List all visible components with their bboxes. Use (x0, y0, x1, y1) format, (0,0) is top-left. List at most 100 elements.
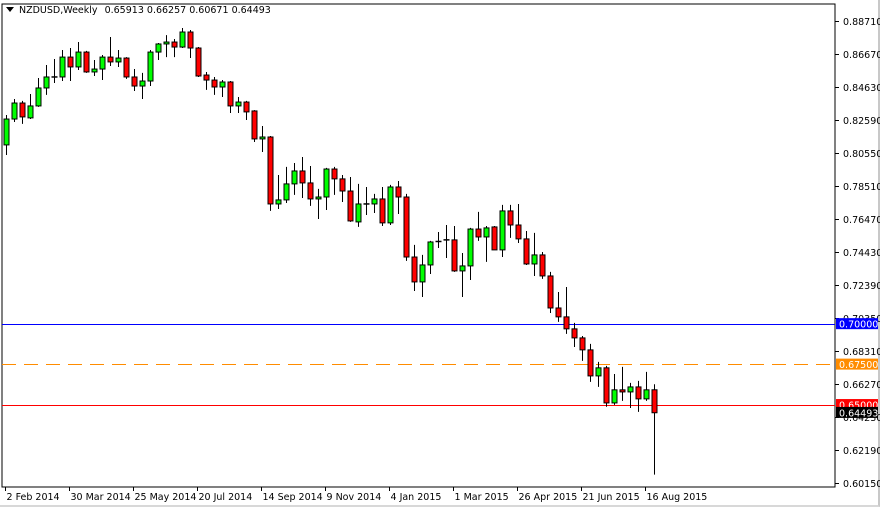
candle-body-bear (227, 81, 234, 107)
candle-body-bear (507, 210, 514, 226)
candle-body-bear (603, 367, 610, 404)
candle-body-bear (563, 316, 570, 330)
candle-body-bull (155, 43, 162, 53)
price-badge: 0.67500 (839, 360, 878, 371)
last-price-badge: 0.64493 (839, 408, 878, 419)
y-tick-label: 0.84630 (843, 83, 880, 94)
candle-body-bull (467, 228, 474, 267)
candle-body-bull (427, 241, 434, 266)
candle-body-bear (451, 239, 458, 272)
candle-body-bear (579, 337, 586, 351)
header-low: 0.60671 (189, 5, 229, 16)
candle-body-bull (99, 56, 106, 70)
header-open: 0.65913 (104, 5, 144, 16)
candle-body-bear (619, 389, 626, 393)
y-tick-label: 0.62190 (843, 446, 880, 457)
candle-body-bull (595, 367, 602, 377)
y-tick-label: 0.82590 (843, 116, 880, 127)
candle-body-bull (323, 168, 330, 198)
x-tick-label: 14 Sep 2014 (263, 492, 323, 503)
candle-body-bull (27, 105, 34, 119)
x-tick-label: 26 Apr 2015 (519, 492, 578, 503)
candlestick-chart[interactable]: 0.88710 0.86670 0.84630 0.82590 0.80550 0.785… (0, 0, 880, 507)
candle-body-bear (187, 31, 194, 49)
candle-body-bear (211, 79, 218, 88)
header-high: 0.66257 (146, 5, 187, 16)
candle-body-bull (291, 170, 298, 185)
candle-body-bull (259, 136, 266, 140)
candle-body-bear (267, 136, 274, 205)
candle-body-bear (123, 57, 130, 78)
candle-body-bear (587, 349, 594, 377)
chart-header: NZDUSD,Weekly 0.65913 0.66257 0.60671 0.… (6, 5, 271, 16)
candle-body-bear (347, 190, 354, 222)
y-tick-label: 0.86670 (843, 50, 880, 61)
x-tick-label: 20 Jul 2014 (199, 492, 253, 503)
x-tick-label: 2 Feb 2014 (7, 492, 60, 503)
x-tick-label: 25 May 2014 (135, 492, 197, 503)
candle-body-bull (75, 51, 82, 68)
candle-body-bull (43, 76, 50, 89)
header-close: 0.64493 (231, 5, 271, 16)
candle-body-bull (139, 80, 146, 87)
candle-body-bull (219, 81, 226, 88)
candle-body-bear (331, 168, 338, 180)
candle-body-bear (515, 224, 522, 240)
candle-body-bear (83, 51, 90, 73)
price-badge: 0.70000 (839, 320, 878, 331)
candle-body-bear (131, 76, 138, 87)
candle-body-bear (539, 254, 546, 277)
candle-body-bear (307, 182, 314, 200)
candle-body-bull (283, 183, 290, 201)
y-tick-label: 0.66270 (843, 380, 880, 391)
chart-window: NZDUSD,Weekly 0.65913 0.66257 0.60671 0.… (0, 0, 880, 507)
candle-body-bull (235, 101, 242, 107)
candle-body-bull (91, 68, 98, 73)
candle-body-bear (171, 41, 178, 48)
x-tick-label: 1 Mar 2015 (455, 492, 509, 503)
candle-body-bear (555, 307, 562, 318)
candle-body-bear (339, 178, 346, 192)
y-tick-label: 0.68310 (843, 347, 880, 358)
candle-body-bull (459, 265, 466, 272)
candle-body-bear (651, 389, 658, 414)
y-tick-label: 0.74430 (843, 248, 880, 259)
candle-body-bear (395, 186, 402, 198)
candle-body-bear (475, 228, 482, 238)
candle-body-bull (3, 118, 10, 146)
candle-body-bull (35, 87, 42, 107)
candle-body-bull (611, 389, 618, 404)
y-tick-label: 0.60150 (843, 479, 880, 490)
x-tick-label: 16 Aug 2015 (647, 492, 708, 503)
candle-body-bull (483, 227, 490, 238)
y-tick-label: 0.78510 (843, 182, 880, 193)
candle-body-bear (403, 196, 410, 258)
candle-body-bull (387, 186, 394, 224)
candle-body-bull (419, 264, 426, 283)
candle-body-bull (115, 57, 122, 63)
candle-body-bear (19, 102, 26, 118)
candle-body-bull (499, 210, 506, 251)
candle-body-bull (627, 386, 634, 393)
candle-body-bull (11, 102, 18, 120)
candle-body-bear (299, 170, 306, 184)
candle-body-bull (163, 41, 170, 45)
x-tick-label: 9 Nov 2014 (327, 492, 382, 503)
candle-body-bear (571, 328, 578, 339)
candle-body-bear (547, 275, 554, 309)
candle-body-bear (523, 238, 530, 265)
y-tick-label: 0.88710 (843, 17, 880, 28)
candle-body-bear (379, 198, 386, 224)
dropdown-triangle-icon[interactable] (6, 7, 14, 12)
y-tick-label: 0.80550 (843, 149, 880, 160)
candle-body-bear (411, 256, 418, 283)
candle-body-bear (203, 74, 210, 81)
chart-title: NZDUSD,Weekly (19, 5, 98, 16)
candle-body-bull (275, 199, 282, 205)
candle-body-bull (315, 196, 322, 200)
candle-body-bull (179, 31, 186, 48)
candle-body-bear (107, 56, 114, 63)
y-tick-label: 0.72390 (843, 281, 880, 292)
x-tick-label: 4 Jan 2015 (391, 492, 442, 503)
candle-body-bear (635, 386, 642, 400)
